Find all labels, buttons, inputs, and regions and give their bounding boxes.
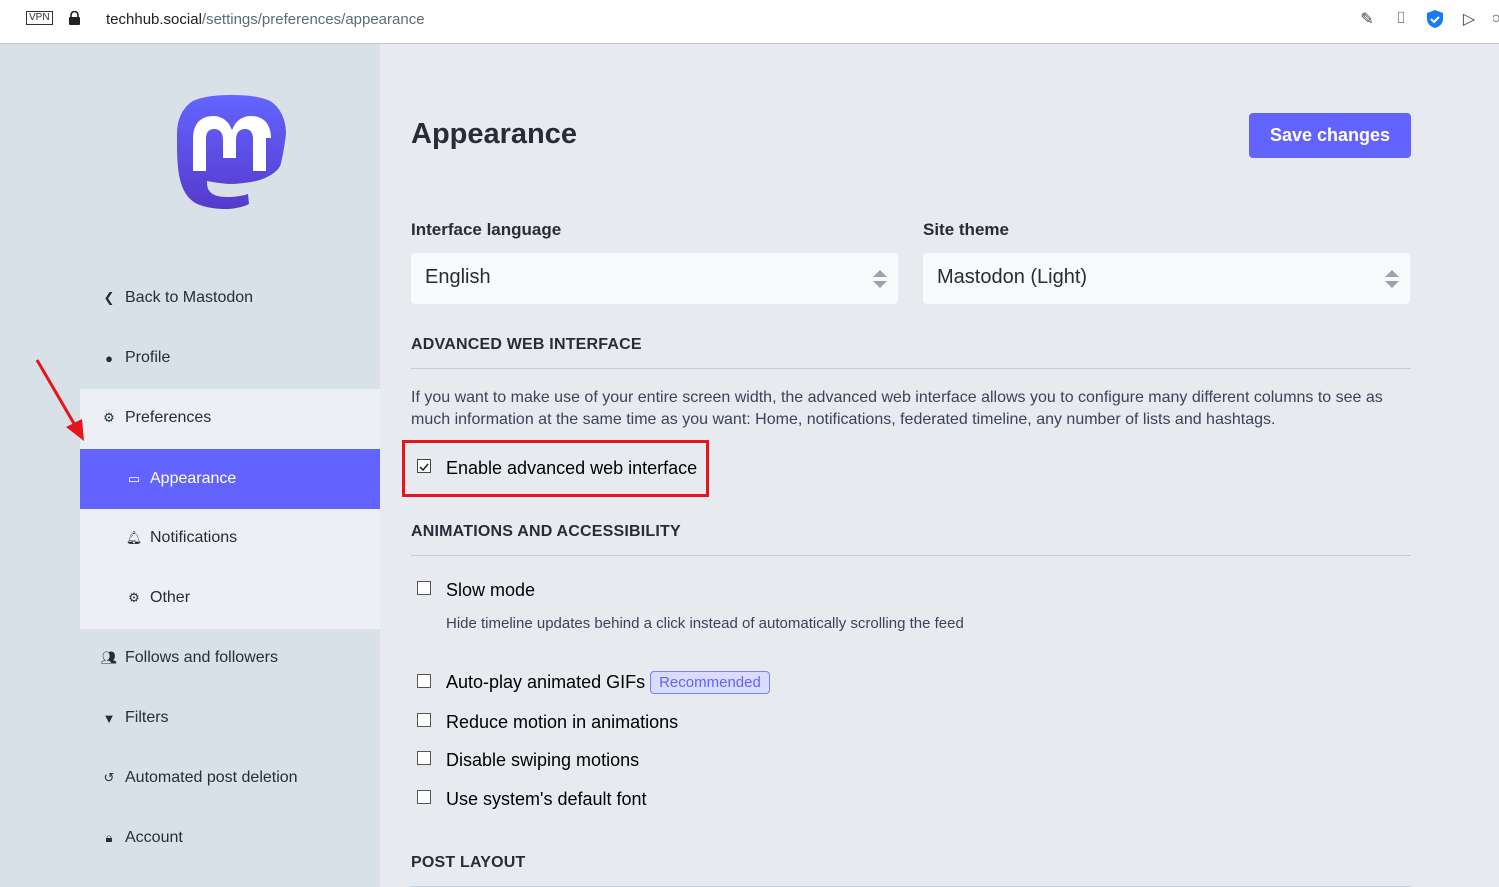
disable-swipe-label[interactable]: Disable swiping motions	[446, 750, 639, 771]
sidebar-item-label: Follows and followers	[125, 649, 278, 666]
save-changes-button[interactable]: Save changes	[1249, 113, 1411, 158]
slow-mode-label[interactable]: Slow mode	[446, 580, 535, 601]
shield-check-icon[interactable]	[1425, 9, 1445, 29]
url-host: techhub.social	[106, 11, 202, 28]
animations-heading: ANIMATIONS AND ACCESSIBILITY	[411, 523, 1411, 556]
reduce-motion-checkbox[interactable]	[417, 713, 431, 727]
camera-icon[interactable]: ⌷	[1391, 9, 1411, 29]
system-font-checkbox[interactable]	[417, 790, 431, 804]
sidebar-item-appearance[interactable]: ▭ Appearance	[80, 449, 380, 509]
post-layout-heading: POST LAYOUT	[411, 854, 1411, 887]
slow-mode-hint: Hide timeline updates behind a click ins…	[446, 615, 964, 632]
sidebar-item-preferences[interactable]: ⚙ Preferences	[80, 388, 380, 448]
sidebar-item-label: Profile	[125, 349, 171, 366]
advanced-heading: ADVANCED WEB INTERFACE	[411, 336, 1411, 369]
red-arrow-annotation	[35, 359, 84, 441]
gear-icon: ⚙	[128, 590, 140, 605]
theme-value: Mastodon (Light)	[937, 266, 1088, 288]
send-icon[interactable]: ▷	[1459, 9, 1479, 29]
theme-label: Site theme	[923, 220, 1009, 239]
sidebar-item-account[interactable]: 🔒︎ Account	[0, 808, 380, 868]
edit-icon[interactable]: ✎	[1357, 9, 1377, 29]
browser-toolbar: VPN techhub.social/settings/preferences/…	[0, 0, 1499, 44]
advanced-description: If you want to make use of your entire s…	[411, 389, 1383, 428]
highlight-box-annotation	[402, 440, 709, 497]
disable-swipe-checkbox[interactable]	[417, 751, 431, 765]
select-arrows-icon	[873, 270, 887, 288]
select-arrows-icon	[1385, 270, 1399, 288]
page-title: Appearance	[411, 118, 578, 150]
lock-icon: 🔒︎	[105, 830, 113, 845]
autoplay-text: Auto-play animated GIFs	[446, 672, 646, 692]
sidebar-item-label: Back to Mastodon	[125, 289, 254, 306]
sidebar-item-notifications[interactable]: 🔔︎ Notifications	[80, 508, 380, 568]
bell-icon: 🔔︎	[125, 530, 143, 545]
mastodon-logo	[176, 95, 286, 209]
address-bar[interactable]: techhub.social/settings/preferences/appe…	[106, 11, 425, 28]
reduce-motion-label[interactable]: Reduce motion in animations	[446, 712, 678, 733]
autoplay-label[interactable]: Auto-play animated GIFs Recommended	[446, 671, 770, 694]
language-select[interactable]: English	[411, 253, 898, 304]
sidebar-item-filters[interactable]: ▼ Filters	[0, 688, 380, 748]
sidebar-item-label: Appearance	[150, 470, 237, 487]
chat-icon[interactable]: ○	[1493, 9, 1499, 29]
sidebar: ❮ Back to Mastodon ● Profile ⚙ Preferences …	[0, 44, 380, 887]
url-path: /settings/preferences/appearance	[201, 11, 425, 28]
recommended-badge: Recommended	[650, 671, 770, 694]
sidebar-item-follows[interactable]: 👥︎ Follows and followers	[0, 628, 380, 688]
gear-icon: ⚙	[103, 410, 115, 425]
vpn-badge[interactable]: VPN	[26, 11, 53, 25]
sidebar-item-back[interactable]: ❮ Back to Mastodon	[0, 268, 380, 328]
sidebar-item-label: Preferences	[125, 409, 212, 426]
sidebar-item-label: Automated post deletion	[125, 769, 298, 786]
history-icon: ↺	[103, 770, 115, 785]
filter-icon: ▼	[102, 710, 116, 726]
theme-select[interactable]: Mastodon (Light)	[923, 253, 1410, 304]
sidebar-item-other[interactable]: ⚙ Other	[80, 568, 380, 628]
users-icon: 👥︎	[100, 650, 118, 665]
sidebar-item-post-deletion[interactable]: ↺ Automated post deletion	[0, 748, 380, 808]
desktop-icon: ▭	[127, 471, 141, 486]
lock-icon	[69, 11, 80, 25]
sidebar-item-label: Account	[125, 829, 183, 846]
sidebar-item-label: Other	[150, 589, 191, 606]
user-icon: ●	[105, 350, 113, 366]
sidebar-item-label: Notifications	[150, 529, 238, 546]
sidebar-item-label: Filters	[125, 709, 169, 726]
language-label: Interface language	[411, 220, 562, 239]
chevron-left-icon: ❮	[103, 290, 115, 305]
slow-mode-checkbox[interactable]	[417, 581, 431, 595]
language-value: English	[425, 266, 491, 288]
autoplay-checkbox[interactable]	[417, 674, 431, 688]
system-font-label[interactable]: Use system's default font	[446, 789, 647, 810]
